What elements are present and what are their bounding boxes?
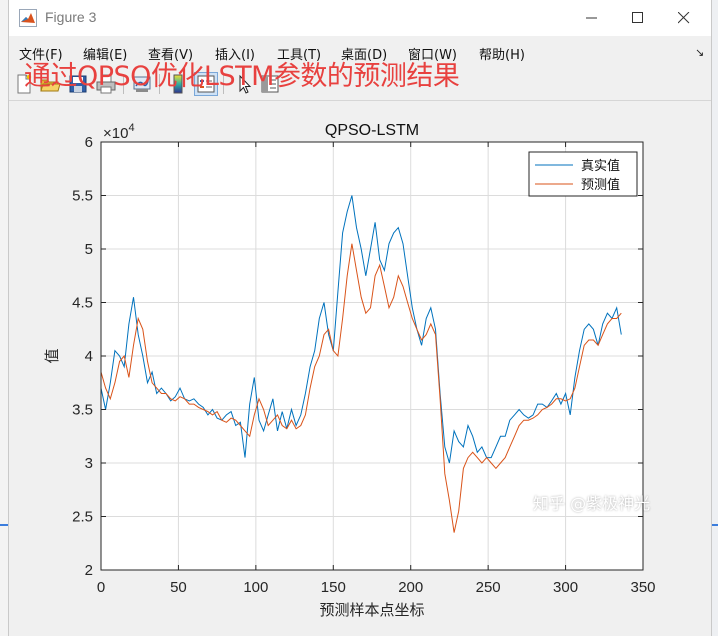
- y-tick-label: 5.5: [72, 188, 93, 205]
- x-tick-label: 100: [243, 579, 268, 596]
- x-tick-label: 250: [476, 579, 501, 596]
- x-axis-label: 预测样本点坐标: [319, 601, 424, 619]
- chart-title: QPSO-LSTM: [325, 122, 419, 139]
- chart[interactable]: 0 50 100 150 200 250 300 350 2 2.5 3 3.5 4 4.5 5 5.5 6 ×1…: [9, 101, 711, 636]
- title-bar[interactable]: Figure 3: [9, 0, 711, 36]
- y-tick-label: 3: [85, 455, 93, 472]
- x-tick-label: 300: [553, 579, 578, 596]
- y-tick-label: 2.5: [72, 509, 93, 526]
- minimize-icon: [586, 17, 597, 19]
- maximize-button[interactable]: [615, 0, 661, 36]
- x-tick-label: 50: [170, 579, 187, 596]
- y-tick-label: 4.5: [72, 295, 93, 312]
- watermark: 知乎 @紫极神光: [533, 494, 651, 513]
- x-tick-label: 150: [321, 579, 346, 596]
- y-tick-label: 6: [85, 134, 93, 151]
- x-tick-label: 0: [97, 579, 105, 596]
- x-tick-label: 200: [398, 579, 423, 596]
- maximize-icon: [632, 12, 643, 23]
- window-title: Figure 3: [45, 9, 97, 25]
- y-tick-label: 2: [85, 562, 93, 579]
- x-tick-label: 350: [630, 579, 655, 596]
- menu-help[interactable]: 帮助(H): [479, 44, 525, 63]
- y-tick-label: 4: [85, 348, 93, 365]
- y-exponent-label: ×104: [103, 122, 135, 142]
- chart-annotation: 通过QPSO优化LSTM参数的预测结果: [24, 61, 460, 92]
- legend-label: 预测值: [581, 177, 620, 193]
- y-tick-label: 5: [85, 241, 93, 258]
- minimize-button[interactable]: [569, 0, 615, 36]
- figure-window: Figure 3 文件(F) 编辑(E) 查看(V) 插入(I) 工具(T) 桌…: [8, 0, 712, 636]
- y-tick-label: 3.5: [72, 402, 93, 419]
- close-icon: [678, 12, 690, 24]
- y-axis-label: 值: [43, 348, 61, 363]
- chevron-icon[interactable]: ↘: [695, 46, 704, 59]
- matlab-logo-icon: [19, 9, 37, 27]
- close-button[interactable]: [661, 0, 707, 36]
- legend-label: 真实值: [581, 158, 620, 174]
- figure-canvas[interactable]: 0 50 100 150 200 250 300 350 2 2.5 3 3.5 4 4.5 5 5.5 6 ×1…: [9, 101, 711, 636]
